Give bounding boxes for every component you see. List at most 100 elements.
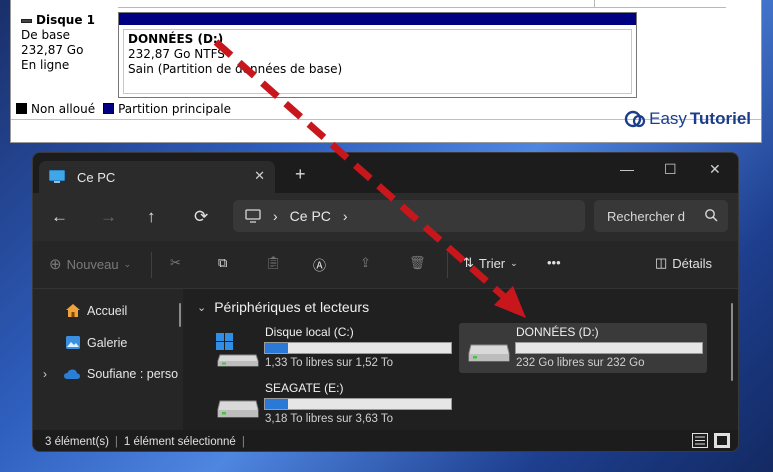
breadcrumb-location[interactable]: Ce PC: [290, 208, 331, 224]
devices-section-header[interactable]: ⌄ Périphériques et lecteurs: [197, 299, 369, 315]
minimize-button[interactable]: —: [620, 161, 634, 177]
cut-icon[interactable]: ✂: [170, 255, 181, 271]
up-arrow-icon[interactable]: ↑: [147, 207, 156, 227]
drive-free-space: 232 Go libres sur 232 Go: [516, 357, 645, 369]
plus-circle-icon: ⊕: [49, 256, 62, 273]
top-divider: [118, 0, 726, 8]
status-selected: 1 élément sélectionné: [123, 435, 236, 448]
disk-state: En ligne: [21, 58, 70, 72]
rename-icon[interactable]: Ⓐ: [313, 255, 326, 274]
legend-primary: Partition principale: [118, 101, 232, 116]
disk-type: De base: [21, 28, 71, 42]
search-icon: [705, 209, 718, 222]
command-bar: ⊕ Nouveau ⌄ ✂ ⧉ 📋︎ Ⓐ ⇪ 🗑︎ ⇅ Trier ⌄ ••• …: [33, 241, 738, 289]
content-pane: ⌄ Périphériques et lecteurs Disque local…: [183, 289, 738, 430]
command-separator: [447, 252, 448, 278]
partition-block[interactable]: DONNÉES (D:) 232,87 Go NTFS Sain (Partit…: [118, 12, 637, 98]
sort-label: Trier: [478, 255, 506, 271]
sidebar-item-home[interactable]: Accueil: [65, 303, 127, 318]
refresh-icon[interactable]: ⟳: [194, 207, 208, 227]
pc-icon: [49, 170, 65, 183]
partition-status: Sain (Partition de données de base): [128, 62, 343, 76]
brand-logo-icon: [624, 110, 646, 128]
legend-swatch-primary: [103, 103, 115, 114]
brand-name-part1: Easy: [649, 109, 687, 128]
forward-arrow-icon[interactable]: →: [100, 207, 117, 227]
content-scrollbar[interactable]: [731, 303, 733, 381]
brand-name-part2: Tutoriel: [689, 109, 751, 128]
details-pane-icon: ◫: [655, 255, 668, 270]
search-placeholder: Rechercher d: [607, 208, 686, 224]
disk-title: Disque 1: [36, 13, 96, 27]
new-tab-button[interactable]: +: [295, 164, 306, 185]
sidebar-item-onedrive[interactable]: › Soufiane : perso: [43, 367, 178, 381]
details-label: Détails: [672, 255, 713, 271]
explorer-window: Ce PC ✕ + — ☐ ✕ ← → ↑ ⟳ › Ce PC › Recher…: [32, 152, 739, 452]
new-label: Nouveau: [66, 256, 119, 272]
tab-title: Ce PC: [77, 169, 116, 185]
status-item-count: 3 élément(s): [45, 435, 109, 448]
windows-drive-icon: [216, 333, 259, 367]
sidebar-scrollbar[interactable]: [179, 303, 181, 327]
disk-info[interactable]: Disque 1 De base 232,87 Go En ligne: [21, 13, 116, 96]
maximize-button[interactable]: ☐: [664, 161, 677, 178]
view-toggle: [692, 433, 730, 448]
sidebar-item-gallery[interactable]: Galerie: [65, 335, 127, 350]
share-icon[interactable]: ⇪: [360, 255, 371, 271]
tiles-view-icon[interactable]: [714, 433, 730, 448]
drive-item-c[interactable]: Disque local (C:) 1,33 To libres sur 1,5…: [208, 323, 456, 373]
cloud-icon: [64, 369, 80, 379]
status-divider: |: [241, 435, 245, 448]
sidebar-label: Accueil: [87, 303, 128, 318]
partition-size: 232,87 Go NTFS: [128, 47, 225, 61]
drive-item-e[interactable]: SEAGATE (E:) 3,18 To libres sur 3,63 To: [208, 379, 456, 429]
legend-swatch-unallocated: [16, 103, 27, 114]
drive-usage-bar: [515, 342, 703, 354]
drive-item-d[interactable]: DONNÉES (D:) 232 Go libres sur 232 Go: [459, 323, 707, 373]
delete-icon[interactable]: 🗑︎: [409, 255, 426, 271]
sidebar-label: Galerie: [87, 335, 128, 350]
back-arrow-icon[interactable]: ←: [51, 207, 68, 227]
new-button[interactable]: ⊕ Nouveau ⌄: [49, 255, 131, 273]
legend-unallocated: Non alloué: [31, 101, 96, 116]
paste-icon[interactable]: 📋︎: [265, 255, 282, 271]
breadcrumb-chevron[interactable]: ›: [343, 208, 348, 224]
chevron-down-icon: ⌄: [123, 258, 132, 269]
details-button[interactable]: ◫ Détails: [655, 255, 712, 271]
sort-button[interactable]: ⇅ Trier ⌄: [463, 255, 518, 271]
tab-close-icon[interactable]: ✕: [254, 168, 265, 184]
disk-size: 232,87 Go: [21, 43, 84, 57]
drive-name: Disque local (C:): [265, 325, 354, 339]
partition-title: DONNÉES (D:): [128, 32, 224, 46]
chevron-right-icon[interactable]: ›: [43, 367, 57, 381]
copy-icon[interactable]: ⧉: [218, 255, 227, 271]
title-bar: Ce PC ✕ + — ☐ ✕: [33, 153, 738, 193]
search-box[interactable]: Rechercher d: [594, 200, 728, 232]
breadcrumb-separator: ›: [273, 208, 278, 224]
monitor-icon: [245, 209, 261, 223]
details-view-icon[interactable]: [692, 433, 708, 448]
partition-color-bar: [119, 13, 636, 25]
disk-management-panel: Disque 1 De base 232,87 Go En ligne DONN…: [10, 0, 762, 143]
drive-icon: [468, 344, 510, 362]
home-icon: [66, 304, 80, 317]
chevron-down-icon: ⌄: [197, 301, 207, 314]
status-divider: |: [114, 435, 118, 448]
chevron-down-icon: ⌄: [510, 257, 518, 268]
tab-ce-pc[interactable]: Ce PC ✕: [39, 161, 275, 193]
drive-name: SEAGATE (E:): [265, 381, 344, 395]
address-bar[interactable]: › Ce PC ›: [233, 200, 585, 232]
sidebar-label: Soufiane : perso: [87, 367, 179, 381]
navigation-pane: Accueil Galerie › Soufiane : perso: [33, 289, 183, 430]
close-button[interactable]: ✕: [709, 161, 721, 178]
drive-usage-fill: [265, 399, 289, 409]
section-title: Périphériques et lecteurs: [214, 299, 370, 315]
drive-name: DONNÉES (D:): [516, 325, 599, 339]
drive-usage-bar: [264, 342, 452, 354]
sort-icon: ⇅: [463, 255, 474, 270]
status-bar: 3 élément(s) | 1 élément sélectionné |: [33, 430, 738, 451]
disk-icon: [21, 18, 32, 23]
drive-usage-bar: [264, 398, 452, 410]
more-options-button[interactable]: •••: [547, 255, 561, 270]
partition-details: DONNÉES (D:) 232,87 Go NTFS Sain (Partit…: [123, 29, 632, 94]
